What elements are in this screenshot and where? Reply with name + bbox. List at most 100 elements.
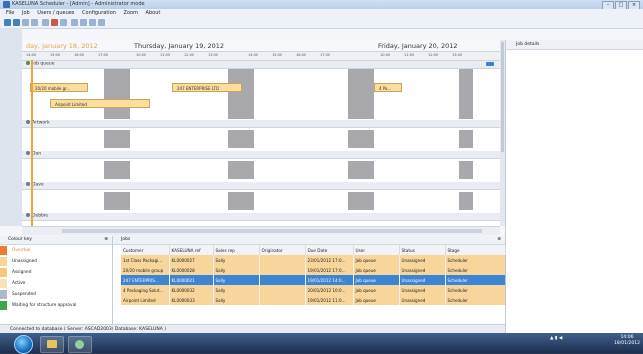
volume-icon[interactable]: ◀ bbox=[559, 336, 562, 341]
list-icon[interactable] bbox=[80, 19, 87, 26]
group-label: Dan bbox=[32, 151, 42, 157]
cell: Scheduler bbox=[445, 295, 506, 305]
cell: Job queue bbox=[353, 265, 400, 275]
user-icon bbox=[26, 120, 30, 124]
table-row[interactable]: 20/20 mobile group KL0000028 Sally 19/01/20… bbox=[121, 265, 506, 275]
cell: Unassigned bbox=[399, 265, 446, 275]
column-header-due-date[interactable]: Due Date bbox=[305, 245, 354, 255]
app-icon bbox=[3, 1, 10, 8]
column-header-originator[interactable]: Originator bbox=[259, 245, 306, 255]
arrow-right-icon[interactable] bbox=[486, 62, 494, 66]
task-block[interactable]: Airpoint Limited bbox=[50, 99, 150, 108]
colour-key-panel: Colour key ⊕ Overdue Unassigned Assigned… bbox=[0, 236, 113, 324]
menu-configuration[interactable]: Configuration bbox=[82, 10, 116, 16]
group-header-artwork[interactable]: Artwork bbox=[22, 120, 500, 128]
job-details-title: Job details bbox=[506, 40, 643, 50]
print-icon[interactable] bbox=[60, 19, 67, 26]
non-working-time bbox=[228, 130, 254, 148]
non-working-time bbox=[459, 130, 473, 148]
status-bar: Connected to database ( Server: ASCAD200… bbox=[0, 324, 505, 333]
column-header-sales-rep[interactable]: Sales rep bbox=[213, 245, 260, 255]
users-icon[interactable] bbox=[89, 19, 96, 26]
user-icon bbox=[26, 213, 30, 217]
time-label: 17:00 bbox=[98, 53, 109, 57]
grid-icon[interactable] bbox=[42, 19, 49, 26]
time-label: 16:00 bbox=[74, 53, 85, 57]
application-window: KASELUNA Scheduler - [Admin] - Administr… bbox=[0, 0, 643, 333]
cell: Sally bbox=[213, 265, 260, 275]
table-row[interactable]: 4 Packaging Solut... KL0000032 Sally 20/01/… bbox=[121, 285, 506, 295]
group-header-dan[interactable]: Dan bbox=[22, 151, 500, 159]
colour-key-item: Overdue bbox=[0, 245, 112, 256]
search-icon[interactable] bbox=[22, 19, 29, 26]
menu-zoom[interactable]: Zoom bbox=[124, 10, 138, 16]
menu-users-queues[interactable]: Users / queues bbox=[37, 10, 74, 16]
column-header-stage[interactable]: Stage bbox=[445, 245, 506, 255]
group-header-dave[interactable]: Dave bbox=[22, 182, 500, 190]
settings-icon[interactable] bbox=[98, 19, 105, 26]
title-bar: KASELUNA Scheduler - [Admin] - Administr… bbox=[0, 0, 643, 10]
cell: Unassigned bbox=[399, 295, 446, 305]
menu-file[interactable]: File bbox=[6, 10, 14, 16]
column-header-customer[interactable]: Customer bbox=[121, 245, 170, 255]
taskbar-clock[interactable]: 14:06 18/01/2012 bbox=[614, 335, 640, 347]
start-button[interactable] bbox=[14, 335, 33, 354]
cell: Job queue bbox=[353, 285, 400, 295]
cell: 19/01/2012 14:0... bbox=[305, 275, 354, 285]
time-label: 13:00 bbox=[208, 53, 219, 57]
date-thursday: Thursday, January 19, 2012 bbox=[134, 42, 225, 50]
table-row[interactable]: Airpoint Limited KL0000033 Sally 19/01/2012… bbox=[121, 295, 506, 305]
cell: KL0000028 bbox=[169, 265, 214, 275]
lane-artwork bbox=[22, 128, 500, 150]
scrollbar-thumb[interactable] bbox=[501, 42, 504, 152]
taskbar-app-kaseluna[interactable] bbox=[68, 336, 92, 353]
time-label: 12:00 bbox=[184, 53, 195, 57]
group-header-debbie[interactable]: Debbie bbox=[22, 213, 500, 221]
cell: Sally bbox=[213, 295, 260, 305]
menu-job[interactable]: Job bbox=[22, 10, 30, 16]
cell bbox=[259, 275, 306, 285]
table-row-selected[interactable]: 247 ENTERPRIS... KL0000021 Sally 19/01/2012… bbox=[121, 275, 506, 285]
date-wednesday: day, January 18, 2012 bbox=[26, 42, 98, 50]
find-icon[interactable] bbox=[31, 19, 38, 26]
non-working-time bbox=[348, 69, 374, 119]
non-working-time bbox=[104, 130, 130, 148]
flag-icon[interactable]: ▲ bbox=[550, 336, 553, 341]
column-header-user[interactable]: User bbox=[353, 245, 400, 255]
cell: Scheduler bbox=[445, 255, 506, 265]
cell: 20/20 mobile group bbox=[121, 265, 170, 275]
group-header-job-queue[interactable]: Job queue bbox=[22, 61, 500, 69]
task-block[interactable]: 4 Pa... bbox=[374, 83, 402, 92]
calendar-icon[interactable] bbox=[71, 19, 78, 26]
scrollbar-thumb[interactable] bbox=[62, 229, 482, 233]
table-row[interactable]: 1st Class Packagi... KL0000027 Sally 23/01/… bbox=[121, 255, 506, 265]
job-details-panel: Job details bbox=[505, 40, 643, 333]
back-icon[interactable] bbox=[4, 19, 11, 26]
network-icon[interactable]: ▮ bbox=[555, 336, 557, 341]
cell: Unassigned bbox=[399, 275, 446, 285]
group-label: Artwork bbox=[32, 120, 50, 126]
cell: 20/01/2012 10:0... bbox=[305, 285, 354, 295]
cell: 19/01/2012 11:0... bbox=[305, 295, 354, 305]
cell: Sally bbox=[213, 285, 260, 295]
cell: KL0000032 bbox=[169, 285, 214, 295]
schedule-horizontal-scrollbar[interactable] bbox=[22, 226, 500, 235]
pin-icon[interactable]: ⊕ bbox=[104, 236, 108, 244]
menu-about[interactable]: About bbox=[146, 10, 161, 16]
cell: Airpoint Limited bbox=[121, 295, 170, 305]
delete-icon[interactable] bbox=[51, 19, 58, 26]
forward-icon[interactable] bbox=[13, 19, 20, 26]
column-header-ref[interactable]: KASELUNA ref bbox=[169, 245, 214, 255]
column-header-status[interactable]: Status bbox=[399, 245, 446, 255]
jobs-panel: Jobs ⊕ Customer KASELUNA ref Sales rep O… bbox=[113, 236, 506, 324]
task-block[interactable]: 247 ENTERPRISE LTD bbox=[172, 83, 242, 92]
lane-dan bbox=[22, 159, 500, 181]
cell: Job queue bbox=[353, 275, 400, 285]
user-icon bbox=[26, 151, 30, 155]
cell bbox=[259, 295, 306, 305]
task-block[interactable]: 20/20 mobile gr... bbox=[30, 83, 88, 92]
cell: Scheduler bbox=[445, 265, 506, 275]
taskbar-app-explorer[interactable] bbox=[40, 336, 64, 353]
non-working-time bbox=[228, 192, 254, 210]
pin-icon[interactable]: ⊕ bbox=[497, 236, 501, 244]
